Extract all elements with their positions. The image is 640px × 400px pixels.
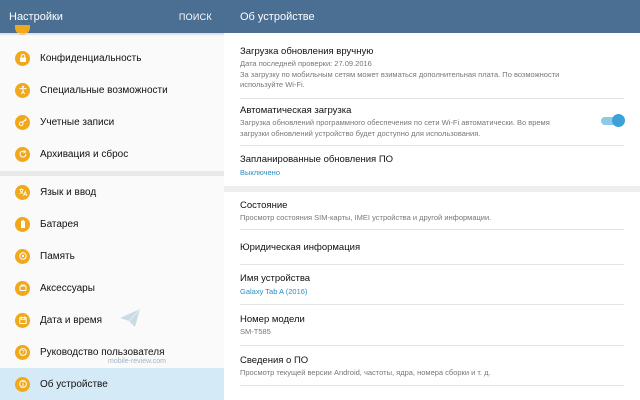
item-subtitle: Просмотр состояния SIM-карты, IMEI устро…: [240, 213, 492, 222]
calendar-icon: [15, 312, 30, 328]
item-title: Загрузка обновления вручную: [240, 46, 374, 57]
sidebar-item-label: Память: [40, 250, 75, 262]
scheduled-updates-item[interactable]: Запланированные обновления ПО Выключено: [240, 154, 612, 178]
item-title: Имя устройства: [240, 273, 311, 284]
key-icon: [15, 114, 30, 130]
backup-icon: [15, 146, 30, 162]
sidebar-item-label: Дата и время: [40, 314, 103, 326]
sidebar-item-accessibility[interactable]: Специальные возможности: [0, 74, 224, 106]
about-device-panel: Об устройстве Загрузка обновления вручну…: [224, 0, 640, 400]
item-subtitle: Дата последней проверки: 27.09.2016: [240, 59, 372, 68]
sidebar-item-label: Батарея: [40, 218, 79, 230]
sidebar-item-accessories[interactable]: Аксессуары: [0, 272, 224, 304]
watermark-text: mobile-review.com: [108, 358, 166, 365]
item-title: Номер модели: [240, 314, 305, 325]
legal-info-item[interactable]: Юридическая информация: [240, 242, 612, 254]
software-info-item[interactable]: Сведения о ПО Просмотр текущей версии An…: [240, 355, 612, 378]
sidebar-item-language[interactable]: Язык и ввод: [0, 176, 224, 208]
watermark-logo-icon: [120, 308, 141, 327]
item-title: Запланированные обновления ПО: [240, 154, 394, 165]
item-title: Состояние: [240, 200, 288, 211]
svg-text:?: ?: [21, 350, 24, 356]
item-subtitle: используйте Wi-Fi.: [240, 80, 305, 89]
search-button[interactable]: ПОИСК: [179, 12, 212, 22]
sidebar-item-label: Руководство пользователя: [40, 346, 165, 358]
sidebar-item-accounts[interactable]: Учетные записи: [0, 106, 224, 138]
sidebar-item-memory[interactable]: Память: [0, 240, 224, 272]
sidebar-item-privacy[interactable]: Конфиденциальность: [0, 42, 224, 74]
info-icon: [15, 376, 30, 392]
sidebar-item-label: Архивация и сброс: [40, 148, 129, 160]
settings-title: Настройки: [9, 10, 63, 23]
settings-header: Настройки ПОИСК: [0, 0, 224, 33]
device-name-item[interactable]: Имя устройства Galaxy Tab A (2016): [240, 273, 612, 297]
sidebar-item-battery[interactable]: Батарея: [0, 208, 224, 240]
sidebar-item-date-time[interactable]: Дата и время: [0, 304, 224, 336]
sidebar-item-label: Аксессуары: [40, 282, 95, 294]
sidebar-item-label: Конфиденциальность: [40, 52, 142, 64]
sidebar-item-label: Об устройстве: [40, 378, 108, 390]
item-subtitle: загрузки обновлений устройство будет дос…: [240, 128, 481, 138]
manual-update-item[interactable]: Загрузка обновления вручную Дата последн…: [240, 46, 612, 90]
sidebar-item-label: Учетные записи: [40, 116, 115, 128]
model-number-item: Номер модели SM-T585: [240, 314, 612, 337]
item-title: Юридическая информация: [240, 242, 361, 253]
lock-icon: [15, 50, 30, 66]
item-subtitle: Загрузка обновлений программного обеспеч…: [240, 118, 550, 127]
accessories-icon: [15, 280, 30, 296]
sidebar-item-about-device[interactable]: Об устройстве: [0, 368, 224, 400]
item-title: Сведения о ПО: [240, 355, 309, 366]
item-subtitle: За загрузку по мобильным сетям может взи…: [240, 69, 560, 79]
item-value: SM-T585: [240, 327, 271, 336]
page-title: Об устройстве: [240, 10, 315, 23]
sidebar-item-label: Язык и ввод: [40, 186, 97, 198]
accessibility-icon: [15, 82, 30, 98]
item-value: Galaxy Tab A (2016): [240, 287, 308, 296]
item-value: Выключено: [240, 168, 280, 177]
page-title-bar: Об устройстве: [224, 0, 640, 33]
sidebar-item-backup[interactable]: Архивация и сброс: [0, 138, 224, 170]
manual-icon: ?: [15, 344, 30, 360]
section-divider: [224, 186, 640, 192]
memory-icon: [15, 248, 30, 264]
auto-download-item[interactable]: Автоматическая загрузка Загрузка обновле…: [240, 105, 590, 138]
item-subtitle: Просмотр текущей версии Android, частоты…: [240, 368, 491, 377]
language-icon: [15, 184, 30, 200]
auto-download-toggle[interactable]: [599, 114, 625, 128]
settings-sidebar: Настройки ПОИСК Конфиденциальность Специ…: [0, 0, 224, 400]
status-item[interactable]: Состояние Просмотр состояния SIM-карты, …: [240, 200, 612, 223]
battery-icon: [15, 216, 30, 232]
sidebar-item-label: Специальные возможности: [40, 84, 168, 96]
item-title: Автоматическая загрузка: [240, 105, 352, 116]
